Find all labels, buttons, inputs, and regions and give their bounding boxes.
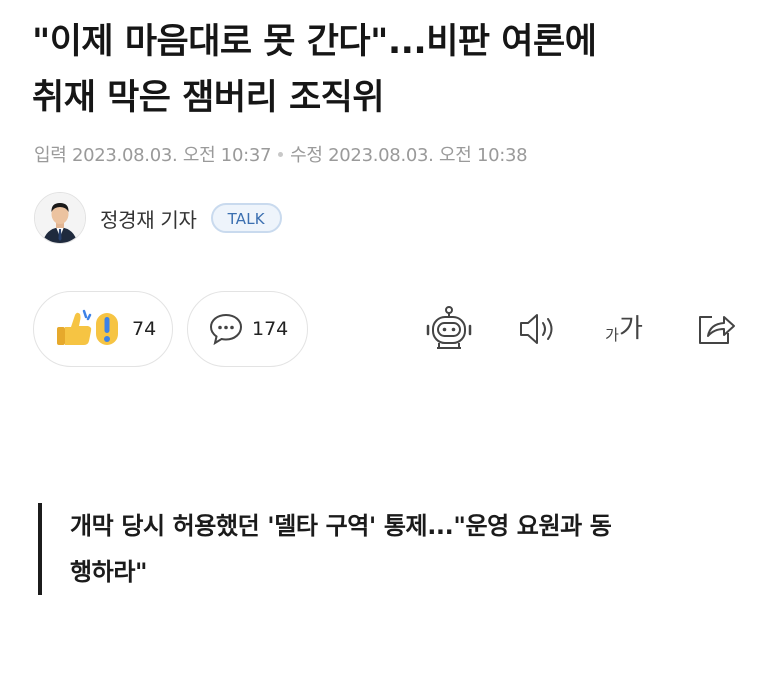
article-title-line1: "이제 마음대로 못 간다"...비판 여론에 <box>32 22 597 62</box>
comment-button[interactable]: 174 <box>187 291 308 367</box>
modified-time: 수정 2023.08.03. 오전 10:38 <box>290 145 528 166</box>
article-subheading: 개막 당시 허용했던 '델타 구역' 통제..."운영 요원과 동 행하라" <box>38 503 750 595</box>
reporter-photo-icon <box>35 193 85 243</box>
article-timestamps: 입력 2023.08.03. 오전 10:37 수정 2023.08.03. 오전… <box>34 141 528 167</box>
separator-dot <box>278 152 284 157</box>
share-icon <box>699 316 735 344</box>
speaker-icon <box>520 314 553 344</box>
byline: 정경재 기자 TALK <box>34 192 282 244</box>
talk-button[interactable]: TALK <box>210 203 282 233</box>
subheading-line2: 행하라" <box>70 558 148 586</box>
text-to-speech-button[interactable] <box>510 302 564 356</box>
reporter-name[interactable]: 정경재 기자 <box>100 204 197 233</box>
article-title: "이제 마음대로 못 간다"...비판 여론에 취재 막은 잼버리 조직위 <box>32 14 752 126</box>
article-title-line2: 취재 막은 잼버리 조직위 <box>32 78 385 118</box>
subheading-line1: 개막 당시 허용했던 '델타 구역' 통제..."운영 요원과 동 <box>70 512 612 540</box>
reaction-emoji-icon <box>54 307 126 351</box>
reporter-avatar[interactable] <box>34 192 86 244</box>
comment-count: 174 <box>252 318 289 340</box>
reaction-button[interactable]: 74 <box>33 291 173 367</box>
robot-icon <box>426 306 472 349</box>
comment-icon <box>208 312 244 346</box>
font-size-icon: 가가 <box>605 314 643 344</box>
font-size-button[interactable]: 가가 <box>597 302 651 356</box>
published-time: 입력 2023.08.03. 오전 10:37 <box>34 145 272 166</box>
share-button[interactable] <box>689 302 743 356</box>
reaction-count: 74 <box>132 318 157 340</box>
summary-bot-button[interactable] <box>422 302 476 356</box>
